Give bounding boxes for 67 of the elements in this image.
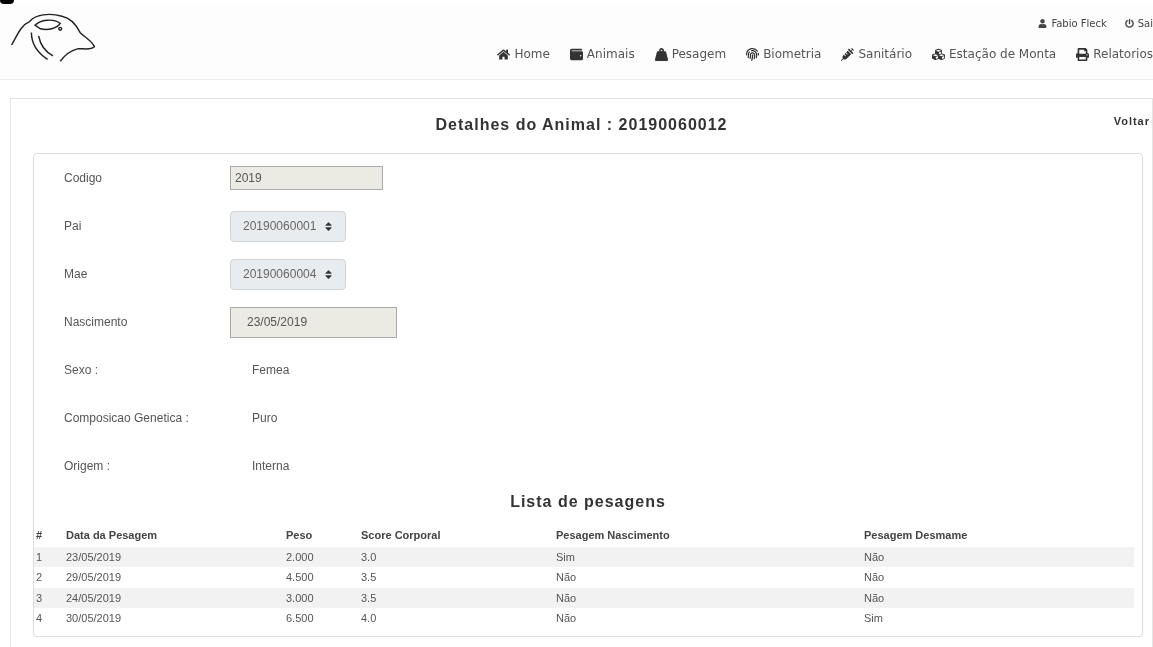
nav-link[interactable]: Estação de Monta [932,45,1057,63]
user-menu-link[interactable]: Sai [1124,16,1153,31]
table-cell: Sim [556,546,864,567]
power-icon [1124,19,1134,28]
field-value: Puro [251,410,278,427]
table-cell: 2.000 [286,546,361,567]
printer-icon [1076,47,1090,61]
weight-icon [654,47,668,61]
syringe-icon [841,47,855,61]
column-header: Pesagem Desmame [864,528,969,543]
table-cell: Não [556,567,864,588]
field-label: Codigo [63,170,104,187]
table-cell: Não [556,587,864,608]
field-label: Pai [63,218,83,235]
table-cell: Não [556,608,864,629]
table-cell: 3.5 [361,587,556,608]
home-icon [497,47,511,61]
table-cell: 4 [34,608,66,629]
back-link[interactable]: Voltar [1113,113,1150,130]
table-cell: 29/05/2019 [66,567,286,588]
nav-link[interactable]: Sanitário [841,45,913,63]
table-cell: 2 [34,567,66,588]
sort-icon [324,220,334,232]
nav-link[interactable]: Pesagem [654,45,727,63]
table-cell: 6.500 [286,608,361,629]
page-title: Detalhes do Animal : 20190060012 [435,115,728,135]
user-icon [1038,19,1048,28]
table-cell: 3 [34,587,66,608]
code-field[interactable]: 2019 [230,166,383,190]
column-header: Data da Pesagem [66,524,286,547]
table-cell: 3.5 [361,567,556,588]
nav-link[interactable]: Relatorios [1076,45,1153,63]
table-cell: 1 [34,546,66,567]
table-cell: 3.000 [286,587,361,608]
select-field[interactable]: 20190060004 [230,258,347,290]
nav-link[interactable]: Animais [569,45,635,63]
column-header: Peso [286,524,361,547]
select-field[interactable]: 20190060001 [230,210,347,242]
field-label: Origem : [63,458,111,475]
field-label: Nascimento [63,314,129,331]
table-cell: 4.500 [286,567,361,588]
column-header: Pesagem Nascimento [556,524,864,547]
wallet-icon [569,47,583,61]
field-label: Sexo : [63,362,100,379]
field-label: Composicao Genetica : [63,410,190,427]
field-value: Femea [251,362,290,379]
fingerprint-icon [746,47,760,61]
table-cell: 3.0 [361,546,556,567]
table-cell: Não [864,587,1134,608]
table-cell: 4.0 [361,608,556,629]
table-cell: Sim [864,608,1134,629]
table-title: Lista de pesagens [509,492,667,512]
date-field[interactable]: 23/05/2019 [230,306,397,338]
nav-link[interactable]: Biometria [746,45,822,63]
cubes-icon [932,47,946,61]
table-cell: 30/05/2019 [66,608,286,629]
user-menu-link[interactable]: Fabio Fleck [1038,16,1107,31]
table-cell: Não [864,567,1134,588]
table-cell: 23/05/2019 [66,546,286,567]
table-cell: 24/05/2019 [66,587,286,608]
sort-icon [324,268,334,280]
column-header: # [34,524,66,547]
table-cell: Não [864,546,1134,567]
field-value: Interna [251,458,290,475]
nav-link[interactable]: Home [497,45,550,63]
column-header: Score Corporal [361,524,556,547]
field-label: Mae [63,266,89,283]
